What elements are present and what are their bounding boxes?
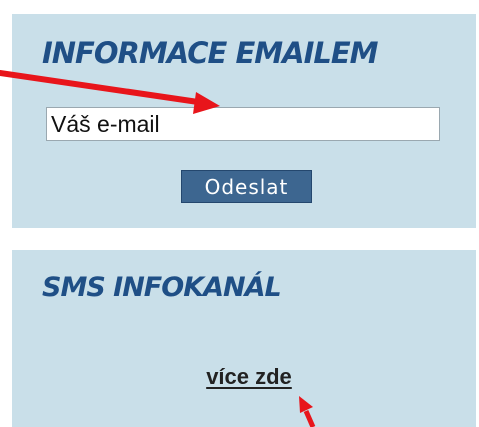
sms-infochannel-panel: SMS INFOKANÁL více zde [12,250,476,427]
more-info-link[interactable]: více zde [179,364,319,390]
email-input[interactable] [46,107,440,141]
email-info-panel: INFORMACE EMAILEM Odeslat [12,14,476,228]
email-panel-title: INFORMACE EMAILEM [42,36,379,70]
submit-button[interactable]: Odeslat [181,170,312,203]
newsletter-sidebar: INFORMACE EMAILEM Odeslat SMS INFOKANÁL … [0,0,479,427]
sms-panel-title: SMS INFOKANÁL [42,272,282,303]
